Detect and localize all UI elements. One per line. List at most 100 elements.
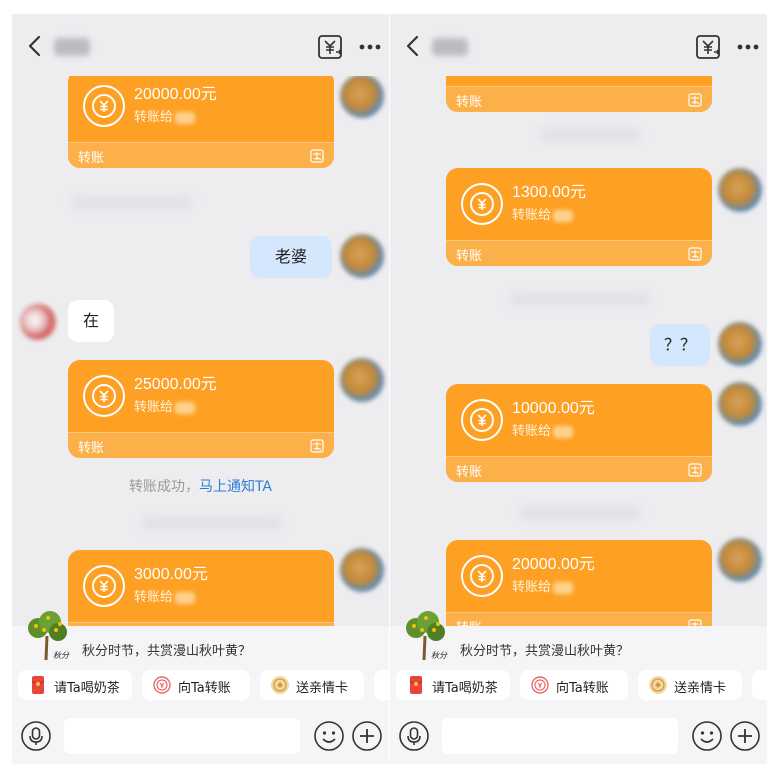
- mic-icon[interactable]: [20, 720, 52, 752]
- transfer-card[interactable]: 25000.00元 转账给 转账: [68, 360, 334, 458]
- card-body: 25000.00元 转账给: [68, 360, 334, 432]
- message-input[interactable]: [442, 718, 678, 754]
- back-icon[interactable]: [402, 34, 424, 58]
- red-packet-icon: [409, 676, 423, 694]
- more-icon[interactable]: [737, 44, 759, 50]
- chip-family-card[interactable]: 送亲情卡: [638, 670, 742, 700]
- avatar[interactable]: [340, 234, 384, 278]
- card-chip-icon: [649, 676, 667, 694]
- pay-icon: [688, 247, 702, 261]
- chip-milk-tea[interactable]: 请Ta喝奶茶: [396, 670, 510, 700]
- card-label: 转账: [456, 465, 483, 480]
- chip-milk-tea[interactable]: 请Ta喝奶茶: [18, 670, 132, 700]
- emoji-icon[interactable]: [691, 720, 723, 752]
- left-chat-screen: 20000.00元 转账给 转账 老婆 在 25000.00元 转账给 转账 转…: [12, 14, 389, 764]
- chip-transfer[interactable]: 向Ta转账: [520, 670, 628, 700]
- transfer-amount: 20000.00元: [134, 86, 217, 103]
- card-body: 10000.00元 转账给: [446, 384, 712, 456]
- chip-label: 向Ta转账: [556, 681, 609, 696]
- card-label: 转账: [456, 249, 483, 264]
- screenshot: 20000.00元 转账给 转账 老婆 在 25000.00元 转账给 转账 转…: [0, 0, 780, 780]
- bottom-panel: 秋分 秋分时节，共赏漫山秋叶黄？ 请Ta喝奶茶 向Ta转账 送亲情卡: [12, 611, 389, 764]
- card-label: 转账: [456, 617, 482, 626]
- pay-icon: [310, 149, 324, 163]
- pay-icon: [310, 439, 324, 453]
- red-packet-icon: [31, 676, 45, 694]
- transfer-recipient: 转账给: [134, 106, 196, 125]
- transfer-card[interactable]: 1300.00元 转账给 转账: [446, 168, 712, 266]
- card-body: 3000.00元 转账给: [68, 550, 334, 622]
- top-bar: [390, 14, 767, 76]
- chat-area: 20000.00元 转账给 转账 老婆 在 25000.00元 转账给 转账 转…: [12, 76, 389, 626]
- chip-transfer[interactable]: 向Ta转账: [142, 670, 250, 700]
- tree-caption: 秋分: [53, 651, 70, 660]
- transfer-recipient: 转账给: [134, 396, 196, 415]
- transfer-recipient: 转账给: [512, 420, 574, 439]
- avatar[interactable]: [718, 382, 762, 426]
- right-chat-screen: 转账 1300.00元 转账给 转账 ？？ 10000.00元 转账给 转账 2…: [390, 14, 767, 764]
- contact-name-blurred: [54, 38, 90, 56]
- to-label: 转账给: [512, 424, 552, 439]
- recipient-blurred: [553, 209, 574, 222]
- quick-actions: 请Ta喝奶茶 向Ta转账 送亲情卡: [18, 670, 389, 700]
- input-bar: [390, 714, 767, 758]
- chip-label: 送亲情卡: [674, 681, 727, 696]
- to-label: 转账给: [512, 580, 552, 595]
- card-label: 转账: [78, 441, 105, 456]
- plus-icon[interactable]: [351, 720, 383, 752]
- chip-label: 向Ta转账: [178, 681, 231, 696]
- message-bubble-sent[interactable]: 老婆: [250, 236, 332, 278]
- plus-icon[interactable]: [729, 720, 761, 752]
- to-label: 转账给: [134, 400, 174, 415]
- blurred-content: [72, 196, 192, 210]
- avatar[interactable]: [20, 304, 56, 340]
- card-chip-icon: [271, 676, 289, 694]
- transfer-card[interactable]: 3000.00元 转账给 转账: [68, 550, 334, 626]
- tree-icon: 秋分: [28, 611, 70, 661]
- avatar[interactable]: [340, 76, 384, 118]
- card-label: 转账: [456, 95, 483, 110]
- more-icon[interactable]: [359, 44, 381, 50]
- chip-family-card[interactable]: 送亲情卡: [260, 670, 364, 700]
- promo-text: 秋分时节，共赏漫山秋叶黄？: [82, 644, 252, 659]
- transfer-card[interactable]: 10000.00元 转账给 转账: [446, 384, 712, 482]
- card-footer: 转账: [446, 612, 712, 626]
- card-body: [446, 76, 712, 86]
- message-bubble-sent[interactable]: ？？: [650, 324, 710, 366]
- avatar[interactable]: [718, 538, 762, 582]
- transfer-card[interactable]: 20000.00元 转账给 转账: [446, 540, 712, 626]
- chip-more[interactable]: [374, 670, 389, 700]
- avatar[interactable]: [340, 548, 384, 592]
- notify-link[interactable]: 马上通知TA: [199, 479, 272, 495]
- tree-icon: 秋分: [406, 611, 448, 661]
- transfer-amount: 10000.00元: [512, 400, 595, 417]
- message-input[interactable]: [64, 718, 300, 754]
- avatar[interactable]: [340, 358, 384, 402]
- avatar[interactable]: [718, 168, 762, 212]
- input-bar: [12, 714, 389, 758]
- transfer-chip-icon: [531, 676, 549, 694]
- mic-icon[interactable]: [398, 720, 430, 752]
- emoji-icon[interactable]: [313, 720, 345, 752]
- recipient-blurred: [175, 591, 196, 604]
- card-footer: 转账: [68, 432, 334, 458]
- transfer-card[interactable]: 20000.00元 转账给 转账: [68, 76, 334, 168]
- transfer-icon[interactable]: [695, 34, 721, 60]
- card-body: 1300.00元 转账给: [446, 168, 712, 240]
- transfer-card[interactable]: 转账: [446, 76, 712, 112]
- chat-area: 转账 1300.00元 转账给 转账 ？？ 10000.00元 转账给 转账 2…: [390, 76, 767, 626]
- message-bubble-received[interactable]: 在: [68, 300, 114, 342]
- system-message: 转账成功，马上通知TA: [12, 476, 389, 496]
- top-bar: [12, 14, 389, 76]
- avatar[interactable]: [718, 322, 762, 366]
- transfer-recipient: 转账给: [134, 586, 196, 605]
- chip-more[interactable]: [752, 670, 767, 700]
- back-icon[interactable]: [24, 34, 46, 58]
- to-label: 转账给: [512, 208, 552, 223]
- recipient-blurred: [553, 425, 574, 438]
- recipient-blurred: [553, 581, 574, 594]
- transfer-chip-icon: [153, 676, 171, 694]
- coin-icon: [83, 85, 125, 127]
- transfer-icon[interactable]: [317, 34, 343, 60]
- chip-label: 请Ta喝奶茶: [432, 681, 498, 696]
